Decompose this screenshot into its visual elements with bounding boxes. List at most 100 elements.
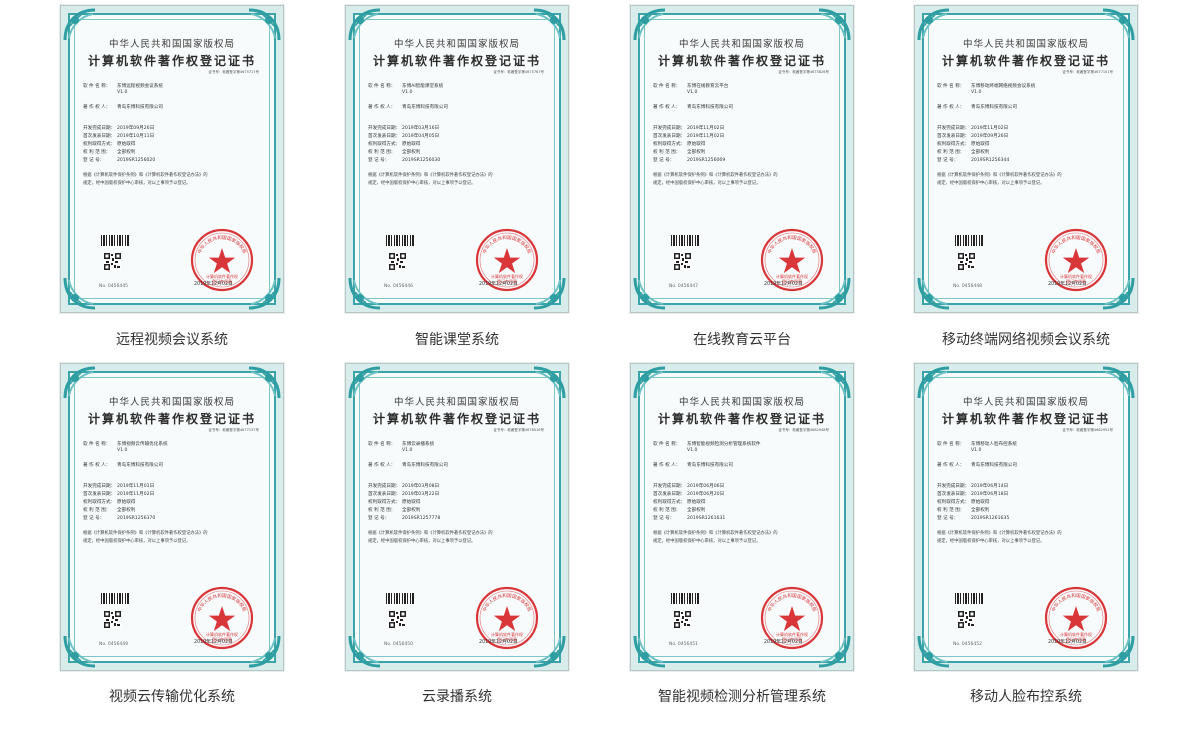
serial-number: No. 0456452	[953, 642, 982, 647]
serial-number: No. 0456447	[669, 284, 698, 289]
barcode-icon	[101, 593, 129, 604]
acquire-method: 原始取得	[402, 500, 421, 505]
certificate-card-7[interactable]: 中华人民共和国国家版权局 计算机软件著作权登记证书 证书号：软著登字第46829…	[630, 363, 854, 705]
field-label: 权 利 范 围：	[653, 508, 681, 513]
certificate-image[interactable]: 中华人民共和国国家版权局 计算机软件著作权登记证书 证书号：软著登字第46758…	[630, 5, 854, 313]
serial-number: No. 0456448	[953, 284, 982, 289]
certificate-statement: 根据《计算机软件保护条例》和《计算机软件著作权登记办法》的 规定，经中国版权保护…	[83, 531, 208, 544]
certificate-fields: 软 件 名 称： 东博云录播系统 V1.0 著 作 权 人： 青岛东博科技有限公司 …	[368, 442, 544, 546]
field-label: 开发完成日期：	[937, 126, 970, 131]
acquire-method: 原始取得	[971, 500, 990, 505]
field-label: 首次发表日期：	[83, 492, 116, 497]
certificate-statement: 根据《计算机软件保护条例》和《计算机软件著作权登记办法》的 规定，经中国版权保护…	[83, 173, 208, 186]
certificate-statement: 根据《计算机软件保护条例》和《计算机软件著作权登记办法》的 规定，经中国版权保护…	[368, 531, 493, 544]
registration-number: 2019SR1256020	[117, 158, 156, 163]
ornament-icon	[633, 277, 666, 310]
dev-date: 2019年06月06日	[687, 484, 725, 489]
rights-scope: 全部权利	[971, 150, 990, 155]
certificate-image[interactable]: 中华人民共和国国家版权局 计算机软件著作权登记证书 证书号：软著登字第46829…	[630, 363, 854, 671]
certificate-card-8[interactable]: 中华人民共和国国家版权局 计算机软件著作权登记证书 证书号：软著登字第46829…	[914, 363, 1138, 705]
ornament-icon	[633, 635, 666, 668]
field-label: 著 作 权 人：	[653, 463, 681, 468]
issue-date: 2019年12月02日	[764, 640, 803, 645]
field-label: 权 利 范 围：	[83, 508, 111, 513]
registration-number: 2019SR1257778	[402, 516, 441, 521]
certificate-statement: 根据《计算机软件保护条例》和《计算机软件著作权登记办法》的 规定，经中国版权保护…	[653, 531, 778, 544]
barcode-icon	[955, 593, 983, 604]
certificate-number: 证书号：软著登字第4678516号	[493, 428, 544, 432]
field-label: 开发完成日期：	[83, 126, 116, 131]
software-name: 东博智能视频检测分析管理系统软件	[687, 442, 761, 447]
certificate-image[interactable]: 中华人民共和国国家版权局 计算机软件著作权登记证书 证书号：软著登字第46785…	[345, 363, 569, 671]
certificate-image[interactable]: 中华人民共和国国家版权局 计算机软件著作权登记证书 证书号：软著登字第46829…	[914, 363, 1138, 671]
pub-date: 2019年11月02日	[687, 134, 725, 139]
software-version: V1.0	[117, 90, 128, 95]
software-version: V1.0	[402, 448, 413, 453]
barcode-icon	[386, 593, 414, 604]
certificate-statement: 根据《计算机软件保护条例》和《计算机软件著作权登记办法》的 规定，经中国版权保护…	[937, 173, 1062, 186]
field-label: 开发完成日期：	[368, 126, 401, 131]
field-label: 开发完成日期：	[653, 484, 686, 489]
issue-date: 2019年12月02日	[194, 282, 233, 287]
rights-scope: 全部权利	[687, 508, 706, 513]
field-label: 首次发表日期：	[83, 134, 116, 139]
issue-date: 2019年12月02日	[479, 282, 518, 287]
field-label: 登 记 号：	[368, 158, 390, 163]
certificate-issuer: 中华人民共和国国家版权局	[393, 397, 520, 408]
certificate-title: 计算机软件著作权登记证书	[941, 54, 1110, 68]
certificate-card-4[interactable]: 中华人民共和国国家版权局 计算机软件著作权登记证书 证书号：软著登字第46771…	[914, 5, 1138, 348]
field-label: 首次发表日期：	[653, 492, 686, 497]
software-version: V1.0	[971, 90, 982, 95]
field-label: 著 作 权 人：	[83, 105, 111, 110]
issue-date: 2019年12月02日	[764, 282, 803, 287]
certificate-image[interactable]: 中华人民共和国国家版权局 计算机软件著作权登记证书 证书号：软著登字第46771…	[914, 5, 1138, 313]
field-label: 著 作 权 人：	[368, 463, 396, 468]
field-label: 权利取得方式：	[368, 142, 401, 147]
certificate-caption: 视频云传输优化系统	[109, 689, 235, 705]
dev-date: 2019年11月02日	[687, 126, 725, 131]
certificate-card-2[interactable]: 中华人民共和国国家版权局 计算机软件著作权登记证书 证书号：软著登字第46757…	[345, 5, 569, 348]
certificate-card-5[interactable]: 中华人民共和国国家版权局 计算机软件著作权登记证书 证书号：软著登字第46771…	[60, 363, 284, 705]
registration-number: 2019SR1256344	[971, 158, 1010, 163]
certificate-image[interactable]: 中华人民共和国国家版权局 计算机软件著作权登记证书 证书号：软著登字第46771…	[60, 363, 284, 671]
software-version: V1.0	[402, 90, 413, 95]
certificate-card-6[interactable]: 中华人民共和国国家版权局 计算机软件著作权登记证书 证书号：软著登字第46785…	[345, 363, 569, 705]
certificate-number: 证书号：软著登字第4682952号	[1062, 428, 1113, 432]
issue-date: 2019年12月02日	[1048, 640, 1087, 645]
certificate-card-1[interactable]: 中华人民共和国国家版权局 计算机软件著作权登记证书 证书号：软著登字第46757…	[60, 5, 284, 348]
field-label: 登 记 号：	[368, 516, 390, 521]
certificate-title: 计算机软件著作权登记证书	[941, 412, 1110, 426]
certificate-image[interactable]: 中华人民共和国国家版权局 计算机软件著作权登记证书 证书号：软著登字第46757…	[60, 5, 284, 313]
barcode-icon	[671, 235, 699, 246]
acquire-method: 原始取得	[117, 500, 136, 505]
certificate-fields: 软 件 名 称： 东博视频云传输优化系统 V1.0 著 作 权 人： 青岛东博科技有…	[83, 442, 259, 546]
field-label: 著 作 权 人：	[653, 105, 681, 110]
field-label: 登 记 号：	[937, 158, 959, 163]
issue-date: 2019年12月02日	[194, 640, 233, 645]
field-label: 首次发表日期：	[937, 134, 970, 139]
issue-date: 2019年12月02日	[1048, 282, 1087, 287]
field-label: 开发完成日期：	[653, 126, 686, 131]
rights-scope: 全部权利	[687, 150, 706, 155]
certificate-caption: 智能课堂系统	[415, 332, 499, 348]
certificate-statement: 根据《计算机软件保护条例》和《计算机软件著作权登记办法》的 规定，经中国版权保护…	[653, 173, 778, 186]
registration-number: 2019SR1256069	[687, 158, 726, 163]
qr-code-icon	[958, 611, 975, 628]
certificate-fields: 软 件 名 称： 东博移动终端网络视频会议系统 V1.0 著 作 权 人： 青岛东博…	[937, 84, 1113, 188]
software-version: V1.0	[117, 448, 128, 453]
barcode-icon	[955, 235, 983, 246]
certificate-card-3[interactable]: 中华人民共和国国家版权局 计算机软件著作权登记证书 证书号：软著登字第46758…	[630, 5, 854, 348]
certificate-statement: 根据《计算机软件保护条例》和《计算机软件著作权登记办法》的 规定，经中国版权保护…	[937, 531, 1062, 544]
ornament-icon	[63, 635, 96, 668]
rights-scope: 全部权利	[402, 150, 421, 155]
certificate-fields: 软 件 名 称： 东博在线教育云平台 V1.0 著 作 权 人： 青岛东博科技有限公…	[653, 84, 829, 188]
copyright-owner: 青岛东博科技有限公司	[971, 463, 1017, 468]
barcode-icon	[671, 593, 699, 604]
dev-date: 2019年03月16日	[402, 126, 440, 131]
certificate-image[interactable]: 中华人民共和国国家版权局 计算机软件著作权登记证书 证书号：软著登字第46757…	[345, 5, 569, 313]
dev-date: 2019年11月02日	[971, 126, 1009, 131]
field-label: 权利取得方式：	[653, 500, 686, 505]
registration-number: 2019SR1256030	[402, 158, 441, 163]
issue-date: 2019年12月02日	[479, 640, 518, 645]
serial-number: No. 0456445	[99, 284, 128, 289]
